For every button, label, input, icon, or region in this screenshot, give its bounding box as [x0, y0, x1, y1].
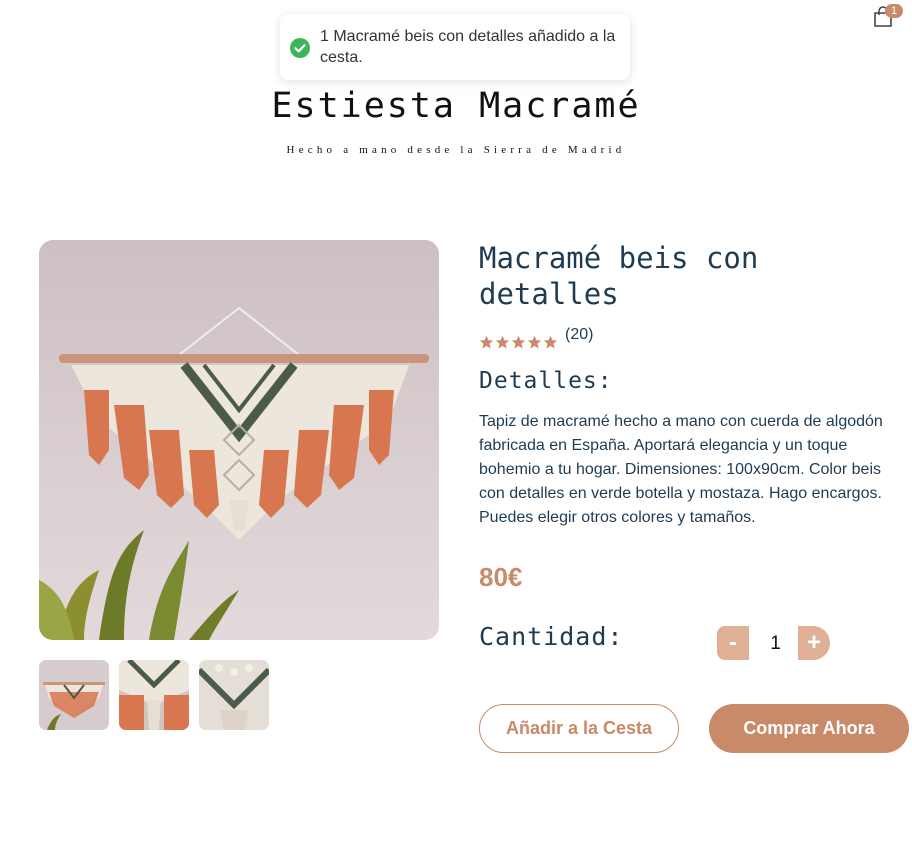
quantity-label: Cantidad: — [479, 622, 624, 651]
rating-count[interactable]: (20) — [565, 326, 593, 344]
quantity-decrease-button[interactable]: - — [717, 626, 749, 660]
cart-count-badge: 1 — [885, 4, 903, 18]
star-icon — [495, 335, 510, 349]
thumbnail-2[interactable] — [119, 660, 189, 730]
buy-now-button[interactable]: Comprar Ahora — [709, 704, 909, 753]
added-to-cart-toast: 1 Macramé beis con detalles añadido a la… — [280, 14, 630, 80]
cart-button[interactable]: 1 — [872, 4, 903, 28]
main-product-image[interactable] — [39, 240, 439, 640]
details-heading: Detalles: — [479, 368, 613, 394]
star-icon — [511, 335, 526, 349]
product-title: Macramé beis con detalles — [479, 241, 759, 311]
star-icon — [543, 335, 558, 349]
quantity-increase-button[interactable]: + — [798, 626, 830, 660]
check-circle-icon — [290, 38, 310, 58]
macrame-wall-hanging-image — [39, 240, 439, 640]
add-to-cart-button[interactable]: Añadir a la Cesta — [479, 704, 679, 753]
product-price: 80€ — [479, 562, 523, 592]
rating-stars — [479, 335, 558, 350]
quantity-input[interactable] — [751, 626, 800, 662]
star-icon — [479, 335, 494, 349]
thumbnail-1[interactable] — [39, 660, 109, 730]
brand-title[interactable]: Estiesta Macramé — [0, 84, 912, 128]
star-icon — [527, 335, 542, 349]
toast-message: 1 Macramé beis con detalles añadido a la… — [320, 28, 616, 66]
product-description: Tapiz de macramé hecho a mano con cuerda… — [479, 413, 883, 526]
thumbnail-3[interactable] — [199, 660, 269, 730]
brand-tagline: Hecho a mano desde la Sierra de Madrid — [286, 144, 626, 156]
